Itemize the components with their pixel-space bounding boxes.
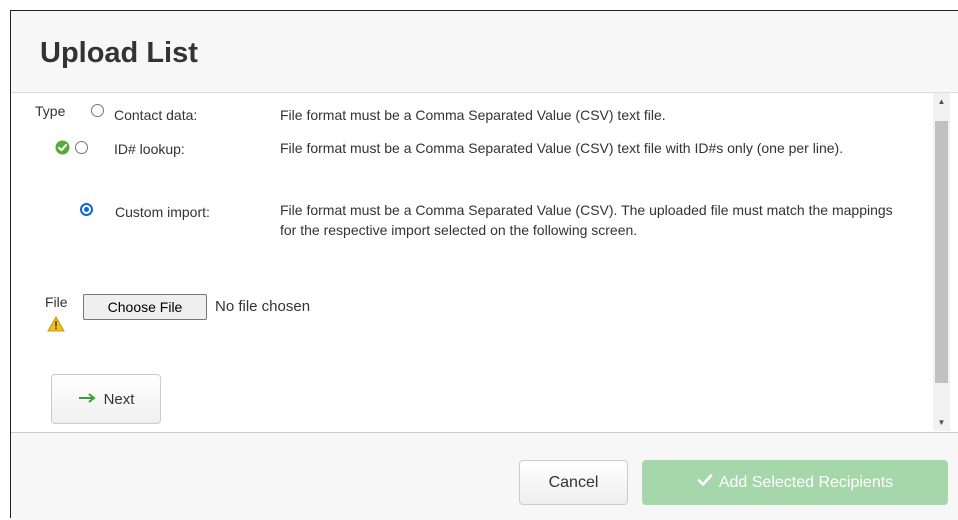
dialog-body: Type Contact data: File format must be a… bbox=[11, 93, 958, 431]
option-label-contact-data: Contact data: bbox=[114, 107, 198, 123]
scroll-thumb[interactable] bbox=[935, 121, 948, 383]
option-label-custom-import: Custom import: bbox=[115, 204, 210, 220]
vertical-scrollbar[interactable]: ▲ ▼ bbox=[933, 93, 950, 431]
next-button[interactable]: Next bbox=[51, 374, 161, 424]
add-selected-recipients-button[interactable]: Add Selected Recipients bbox=[642, 460, 948, 505]
next-button-label: Next bbox=[103, 390, 135, 408]
choose-file-button[interactable]: Choose File bbox=[83, 294, 207, 320]
scroll-up-arrow-icon[interactable]: ▲ bbox=[933, 93, 950, 110]
dialog-title: Upload List bbox=[40, 37, 198, 69]
option-label-id-lookup: ID# lookup: bbox=[114, 141, 185, 157]
scroll-down-arrow-icon[interactable]: ▼ bbox=[933, 414, 950, 431]
file-label: File bbox=[45, 294, 68, 310]
radio-contact-data[interactable] bbox=[91, 104, 104, 117]
dialog-footer: Cancel Add Selected Recipients bbox=[11, 432, 958, 520]
arrow-right-icon bbox=[78, 391, 98, 408]
dialog-header: Upload List bbox=[11, 11, 958, 93]
option-desc-contact-data: File format must be a Comma Separated Va… bbox=[280, 107, 666, 123]
type-label: Type bbox=[35, 103, 66, 119]
file-status: No file chosen bbox=[215, 298, 311, 315]
upload-list-dialog: Upload List Type Contact data: File form… bbox=[10, 10, 958, 520]
warning-triangle-icon bbox=[47, 315, 65, 332]
option-desc-id-lookup: File format must be a Comma Separated Va… bbox=[280, 140, 844, 156]
radio-id-lookup[interactable] bbox=[75, 141, 88, 154]
radio-custom-import[interactable] bbox=[80, 203, 93, 216]
option-desc-custom-import: File format must be a Comma Separated Va… bbox=[280, 202, 893, 238]
add-selected-label: Add Selected Recipients bbox=[718, 473, 894, 491]
cancel-button[interactable]: Cancel bbox=[519, 460, 628, 505]
check-circle-icon bbox=[55, 140, 70, 155]
checkmark-icon bbox=[697, 473, 713, 492]
